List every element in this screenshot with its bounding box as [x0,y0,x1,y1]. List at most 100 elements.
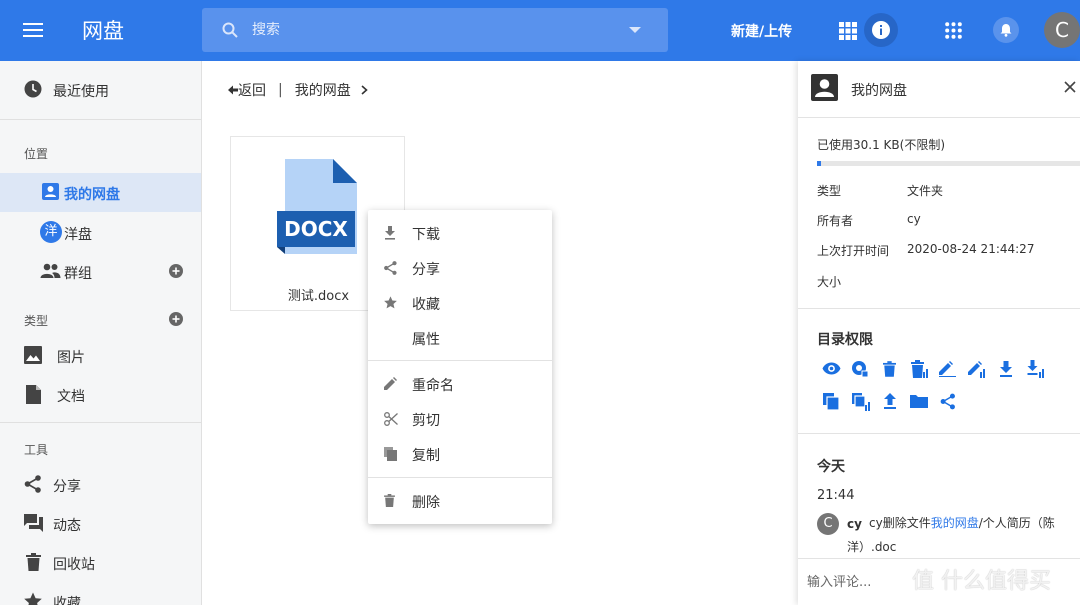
copy-all-permission-icon[interactable] [852,393,870,411]
download-icon [384,226,396,240]
panel-title: 我的网盘 [851,83,907,99]
trash-icon [26,553,41,571]
sidebar-item-pictures[interactable]: 图片 [0,336,201,375]
prop-value-last-opened: 2020-08-24 21:44:27 [907,242,1035,256]
share-permission-icon[interactable] [940,393,956,410]
section-tools: 工具 [24,443,49,457]
activity-link-my-drive[interactable]: 我的网盘 [931,516,979,530]
sidebar-item-label: 收藏 [53,596,81,605]
menu-item-copy[interactable]: 复制 [368,437,552,471]
sidebar-item-favorites[interactable]: 收藏 [0,582,201,605]
sidebar-item-share[interactable]: 分享 [0,465,201,504]
hamburger-menu-icon[interactable] [22,19,44,41]
menu-item-download[interactable]: 下载 [368,216,552,250]
clock-icon [24,80,42,98]
search-box[interactable] [202,8,668,52]
preview-settings-icon[interactable] [851,360,869,378]
star-icon [24,592,42,605]
apps-grid-icon[interactable] [945,22,962,39]
sidebar: 最近使用 位置 我的网盘 洋 洋盘 群组 类型 图片 文档 工具 分享 动态 回… [0,61,202,605]
account-box-icon [42,183,59,200]
search-options-caret-icon[interactable] [628,26,642,34]
download-permission-icon[interactable] [999,361,1013,377]
forum-icon [24,514,43,532]
breadcrumb-item-my-drive[interactable]: 我的网盘 [295,80,351,100]
menu-item-label: 收藏 [412,297,440,313]
chevron-right-icon[interactable] [361,85,368,95]
sidebar-item-label: 图片 [57,350,85,366]
menu-item-label: 复制 [412,448,440,464]
sidebar-item-groups[interactable]: 群组 [0,252,201,291]
upload-permission-icon[interactable] [883,393,897,409]
grid-view-icon[interactable] [839,22,857,40]
share-icon [384,261,397,275]
prop-value-type: 文件夹 [907,184,944,198]
copy-icon [384,447,397,461]
sidebar-item-label: 文档 [57,389,85,405]
menu-item-cut[interactable]: 剪切 [368,402,552,436]
activity-user-avatar: C [817,513,839,535]
star-icon [384,296,397,309]
scissors-icon [384,412,398,426]
user-avatar[interactable]: C [1044,12,1080,48]
storage-usage-text: 已使用30.1 KB(不限制) [817,138,945,152]
storage-usage-fill [817,161,821,166]
sidebar-item-activity[interactable]: 动态 [0,504,201,543]
download-all-permission-icon[interactable] [1027,360,1045,378]
search-icon [222,22,238,38]
account-box-icon [811,74,838,101]
close-icon[interactable] [1064,81,1076,93]
sidebar-item-recent[interactable]: 最近使用 [0,70,201,109]
menu-item-delete[interactable]: 删除 [368,484,552,518]
menu-item-label: 属性 [412,332,440,348]
view-eye-icon[interactable] [822,362,841,375]
add-group-icon[interactable] [169,264,183,278]
permissions-title: 目录权限 [817,332,873,348]
image-icon [24,346,42,364]
edit-permission-icon[interactable] [939,361,956,377]
copy-permission-icon[interactable] [823,393,839,410]
menu-item-favorite[interactable]: 收藏 [368,286,552,320]
sidebar-item-documents[interactable]: 文档 [0,375,201,414]
activity-message: cy删除文件我的网盘/个人简历（陈洋）.doc [847,511,1069,559]
menu-item-label: 分享 [412,262,440,278]
back-button[interactable]: 返回 [228,80,266,100]
today-title: 今天 [817,459,845,475]
sidebar-item-recycle-bin[interactable]: 回收站 [0,543,201,582]
sidebar-item-label: 我的网盘 [64,187,120,203]
share-icon [24,475,42,493]
menu-item-share[interactable]: 分享 [368,251,552,285]
folder-permission-icon[interactable] [910,394,928,408]
notifications-button[interactable] [993,17,1019,43]
sidebar-item-my-drive[interactable]: 我的网盘 [0,173,201,212]
search-input[interactable] [252,8,612,52]
info-button[interactable] [864,13,898,47]
add-type-icon[interactable] [169,312,183,326]
new-upload-button[interactable]: 新建/上传 [731,21,792,41]
bell-icon [999,23,1013,37]
prop-key-size: 大小 [817,275,842,289]
sidebar-item-yang-drive[interactable]: 洋 洋盘 [0,213,201,252]
sidebar-divider [0,422,201,423]
edit-all-permission-icon[interactable] [968,360,986,378]
yang-drive-avatar: 洋 [40,221,62,243]
context-menu: 下载 分享 收藏 属性 重命名 剪切 复制 删除 [368,210,552,524]
menu-item-properties[interactable]: 属性 [368,321,552,355]
menu-item-rename[interactable]: 重命名 [368,367,552,401]
prop-key-last-opened: 上次打开时间 [817,244,890,258]
breadcrumb-separator: | [278,82,283,98]
menu-item-label: 剪切 [412,413,440,429]
panel-divider [798,117,1080,118]
activity-prefix: cy删除文件 [869,516,931,530]
section-type: 类型 [24,314,49,328]
arrow-back-icon [228,85,238,95]
sidebar-divider [0,119,201,120]
sidebar-item-label: 动态 [53,518,81,534]
docx-file-icon: DOCX [277,159,357,254]
watermark: 值 什么值得买 [912,569,1051,594]
delete-all-permission-icon[interactable] [911,360,929,378]
prop-key-type: 类型 [817,184,842,198]
delete-permission-icon[interactable] [883,361,896,377]
top-bar: 网盘 新建/上传 C [0,0,1080,61]
group-icon [40,263,61,279]
